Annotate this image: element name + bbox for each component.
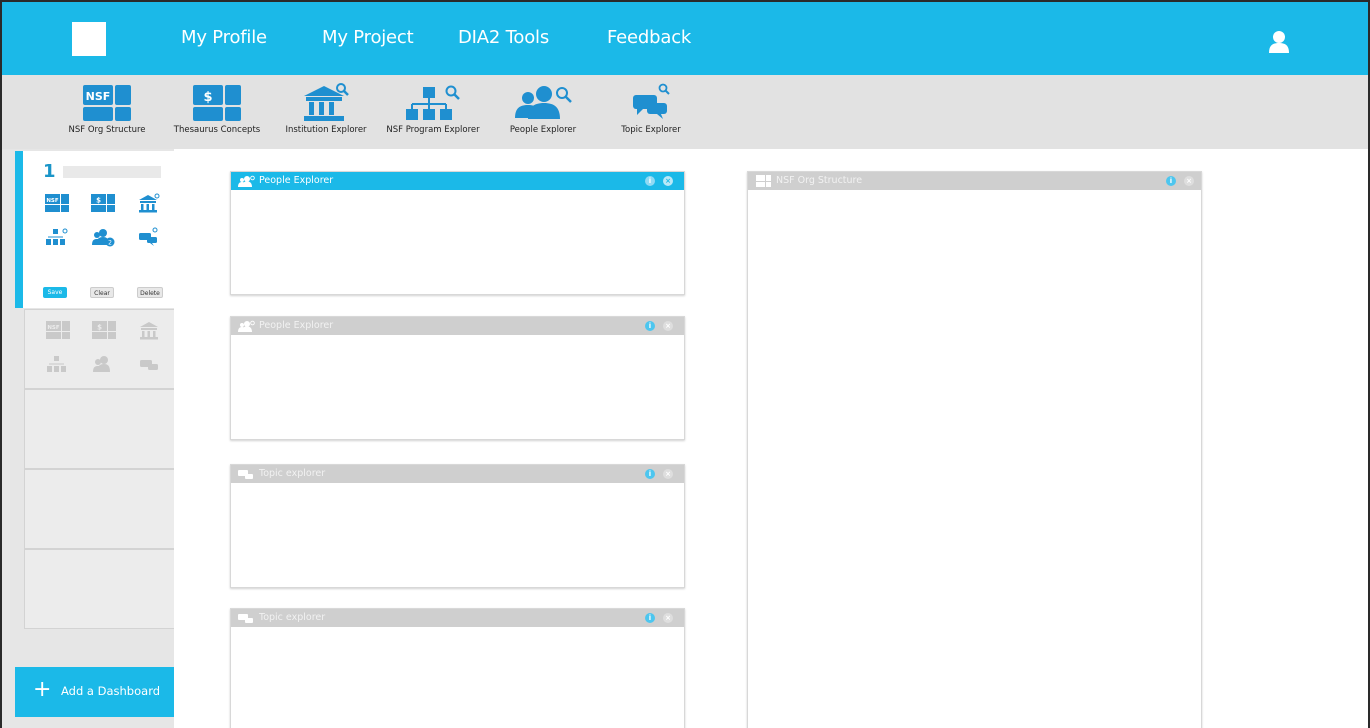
- dashboard-slot-2[interactable]: NSF $: [24, 309, 174, 389]
- nav-feedback[interactable]: Feedback: [607, 27, 691, 48]
- dashboard-number: 1: [43, 161, 56, 182]
- tool-institution-explorer[interactable]: Institution Explorer: [271, 83, 381, 135]
- plus-icon: +: [33, 677, 52, 702]
- tool-bar: NSF NSF Org Structure $ Thesaurus Concep…: [2, 75, 1368, 149]
- topic-icon: [633, 83, 670, 119]
- svg-text:$: $: [97, 324, 102, 332]
- people-icon: [238, 320, 255, 332]
- dashboard-name-field[interactable]: [63, 166, 161, 178]
- badge-count: 2: [108, 239, 112, 246]
- thesaurus-icon[interactable]: $: [91, 193, 115, 213]
- info-icon[interactable]: i: [645, 469, 655, 479]
- institution-icon: [304, 83, 349, 121]
- tool-label: Topic Explorer: [621, 125, 681, 135]
- svg-text:NSF: NSF: [86, 90, 111, 103]
- widget-header[interactable]: People Explorer i ×: [231, 172, 684, 190]
- widget-title: NSF Org Structure: [776, 175, 863, 186]
- logo[interactable]: [72, 22, 106, 56]
- dashboard-slot-5[interactable]: [24, 549, 174, 629]
- widget-people-explorer-2[interactable]: People Explorer i ×: [230, 316, 685, 440]
- info-icon[interactable]: i: [645, 613, 655, 623]
- svg-text:$: $: [203, 90, 212, 105]
- program-icon: [47, 356, 66, 372]
- widget-title: People Explorer: [259, 175, 334, 186]
- people-icon: [93, 356, 110, 372]
- tool-label: Thesaurus Concepts: [173, 125, 261, 135]
- svg-text:NSF: NSF: [46, 198, 59, 204]
- close-icon[interactable]: ×: [1184, 176, 1194, 186]
- delete-button[interactable]: Delete: [137, 287, 163, 298]
- app-frame: My Profile My Project DIA2 Tools Feedbac…: [0, 0, 1370, 728]
- tool-label: NSF Program Explorer: [386, 125, 480, 135]
- topic-icon: [238, 614, 253, 623]
- thesaurus-icon: $: [92, 321, 116, 339]
- clear-button[interactable]: Clear: [90, 287, 114, 298]
- institution-icon: [140, 322, 158, 340]
- add-dashboard-label: Add a Dashboard: [61, 684, 161, 698]
- widget-title: People Explorer: [259, 320, 334, 331]
- widget-title: Topic explorer: [259, 468, 326, 479]
- nsf-org-icon: [756, 175, 771, 187]
- close-icon[interactable]: ×: [663, 469, 673, 479]
- topic-icon: [238, 470, 253, 479]
- info-icon[interactable]: i: [1166, 176, 1176, 186]
- tool-label: Institution Explorer: [285, 125, 367, 135]
- user-icon[interactable]: [1268, 30, 1290, 54]
- program-icon[interactable]: [45, 227, 69, 247]
- tool-nsf-org-structure[interactable]: NSF NSF Org Structure: [52, 83, 162, 135]
- tool-label: People Explorer: [509, 125, 577, 135]
- widget-header[interactable]: Topic explorer i ×: [231, 465, 684, 483]
- widget-people-explorer-1[interactable]: People Explorer i ×: [230, 171, 685, 295]
- dashboard-sidebar: 1 NSF $ 2 Save Clear Delete NSF $ + Add …: [2, 149, 174, 728]
- dashboard-slot-4[interactable]: [24, 469, 174, 549]
- save-button[interactable]: Save: [43, 287, 67, 298]
- widget-header[interactable]: Topic explorer i ×: [231, 609, 684, 627]
- tool-topic-explorer[interactable]: Topic Explorer: [596, 83, 706, 135]
- people-icon: [238, 175, 255, 187]
- widget-header[interactable]: People Explorer i ×: [231, 317, 684, 335]
- dashboard-1[interactable]: 1 NSF $ 2 Save Clear Delete: [15, 151, 174, 308]
- topic-icon[interactable]: [137, 227, 161, 247]
- nsf-org-icon[interactable]: NSF: [45, 193, 69, 213]
- widget-title: Topic explorer: [259, 612, 326, 623]
- tool-thesaurus-concepts[interactable]: $ Thesaurus Concepts: [162, 83, 272, 135]
- nsf-org-icon: NSF: [46, 321, 70, 339]
- nav-my-project[interactable]: My Project: [322, 27, 414, 48]
- tool-label: NSF Org Structure: [68, 125, 146, 135]
- add-dashboard-button[interactable]: + Add a Dashboard: [15, 667, 174, 717]
- widget-header[interactable]: NSF Org Structure i ×: [748, 172, 1201, 190]
- program-icon: [406, 85, 460, 120]
- tool-people-explorer[interactable]: People Explorer: [488, 83, 598, 135]
- widget-topic-explorer-2[interactable]: Topic explorer i ×: [230, 608, 685, 728]
- close-icon[interactable]: ×: [663, 613, 673, 623]
- topic-icon: [140, 360, 158, 370]
- institution-icon[interactable]: [137, 193, 161, 213]
- people-icon[interactable]: 2: [91, 227, 115, 247]
- nsf-org-icon: NSF: [83, 85, 131, 121]
- svg-text:NSF: NSF: [47, 325, 60, 331]
- nav-my-profile[interactable]: My Profile: [181, 27, 267, 48]
- tool-nsf-program-explorer[interactable]: NSF Program Explorer: [378, 83, 488, 135]
- info-icon[interactable]: i: [645, 176, 655, 186]
- widget-topic-explorer-1[interactable]: Topic explorer i ×: [230, 464, 685, 588]
- close-icon[interactable]: ×: [663, 321, 673, 331]
- people-icon: [515, 86, 572, 119]
- widget-nsf-org-structure[interactable]: NSF Org Structure i ×: [747, 171, 1202, 728]
- dashboard-slot-3[interactable]: [24, 389, 174, 469]
- svg-text:$: $: [96, 197, 101, 205]
- nav-dia2-tools[interactable]: DIA2 Tools: [458, 27, 549, 48]
- close-icon[interactable]: ×: [663, 176, 673, 186]
- thesaurus-icon: $: [193, 85, 241, 121]
- top-nav: My Profile My Project DIA2 Tools Feedbac…: [2, 2, 1368, 75]
- info-icon[interactable]: i: [645, 321, 655, 331]
